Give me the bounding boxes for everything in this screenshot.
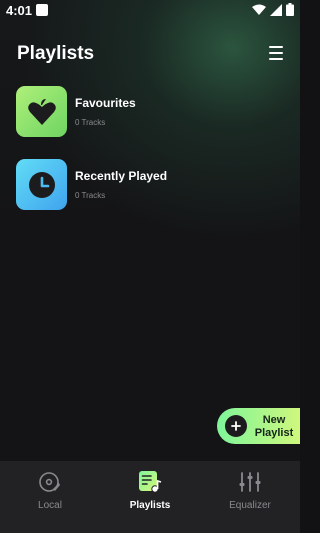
playlist-icon xyxy=(139,471,162,493)
nav-item-local[interactable]: Local xyxy=(0,461,100,533)
playlist-item-favourites[interactable]: Favourites 0 Tracks xyxy=(16,86,286,138)
nav-label-playlists: Playlists xyxy=(129,500,171,511)
heart-icon xyxy=(27,98,56,125)
new-playlist-label-line2: Playlist xyxy=(254,427,294,439)
menu-line-icon xyxy=(269,52,283,54)
notification-square-icon xyxy=(36,4,48,16)
nav-item-playlists[interactable]: Playlists xyxy=(100,461,200,533)
nav-label-equalizer: Equalizer xyxy=(229,500,271,511)
clock-icon xyxy=(28,171,55,198)
playlist-item-recently-played[interactable]: Recently Played 0 Tracks xyxy=(16,159,286,211)
page-title: Playlists xyxy=(17,43,95,64)
wifi-icon xyxy=(252,4,266,15)
playlist-track-count: 0 Tracks xyxy=(75,191,106,200)
battery-icon xyxy=(286,3,294,16)
nav-item-equalizer[interactable]: Equalizer xyxy=(200,461,300,533)
playlist-thumbnail xyxy=(16,159,67,210)
nav-label-local: Local xyxy=(38,500,62,511)
playlist-track-count: 0 Tracks xyxy=(75,118,106,127)
menu-line-icon xyxy=(269,58,283,60)
playlist-title: Favourites xyxy=(75,96,136,110)
menu-line-icon xyxy=(269,46,283,48)
new-playlist-label-line1: New xyxy=(262,414,286,426)
menu-button[interactable] xyxy=(266,44,286,62)
plus-icon xyxy=(225,415,247,437)
equalizer-icon xyxy=(239,472,261,492)
status-time: 4:01 xyxy=(6,3,33,18)
playlist-title: Recently Played xyxy=(75,169,168,183)
new-playlist-label: New Playlist xyxy=(253,414,295,440)
playlists-screen: 4:01 Playlists Favourites 0 Tracks Recen… xyxy=(0,0,300,533)
status-bar: 4:01 xyxy=(0,0,300,22)
disc-icon xyxy=(39,472,60,492)
signal-icon xyxy=(270,3,282,16)
playlist-thumbnail xyxy=(16,86,67,137)
new-playlist-button[interactable]: New Playlist xyxy=(217,408,300,444)
status-icons xyxy=(252,3,294,16)
bottom-navigation: Local Playlists Equalizer xyxy=(0,461,300,533)
